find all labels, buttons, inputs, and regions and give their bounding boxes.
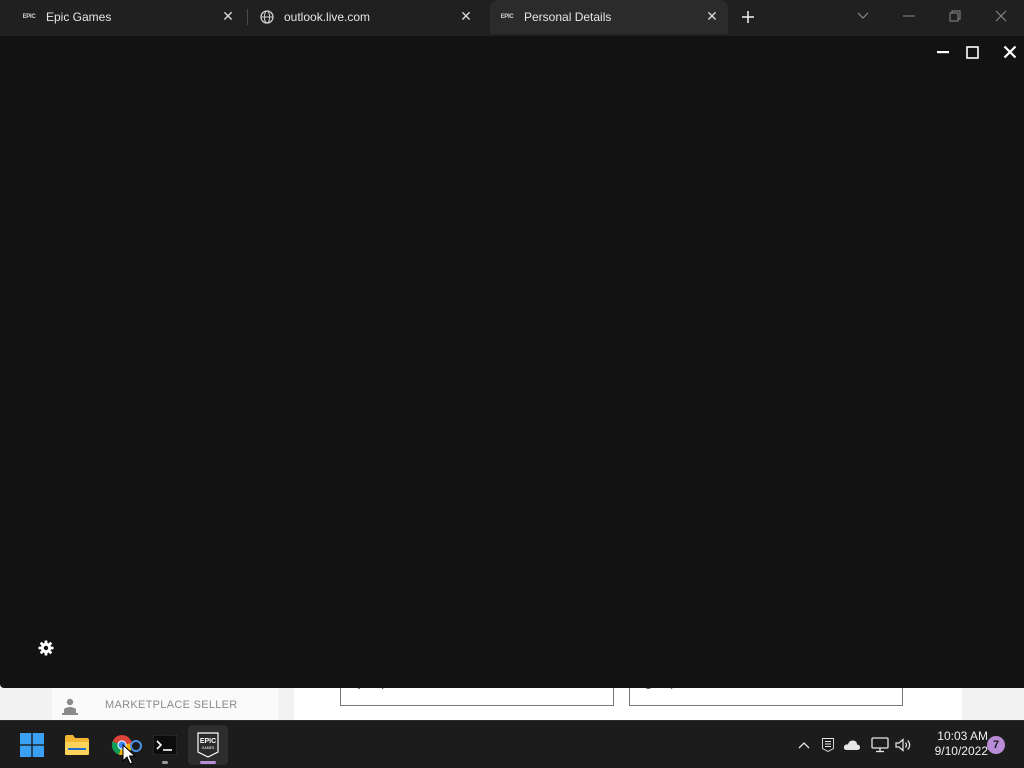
minimize-icon — [903, 15, 915, 17]
new-tab-button[interactable] — [736, 6, 760, 28]
personal-details-page: MARKETPLACE SELLER V I U I — [0, 688, 1024, 720]
terminal-button[interactable] — [145, 725, 185, 765]
form-field[interactable]: V I — [340, 688, 614, 706]
restore-button[interactable] — [939, 4, 971, 28]
seller-icon — [62, 698, 78, 715]
taskbar: EPIC GAMES 10:03 AM 9/10/2022 7 — [0, 720, 1024, 768]
tab-title: Epic Games — [46, 10, 112, 24]
epic-games-icon: EPIC GAMES — [197, 732, 219, 758]
globe-icon — [260, 10, 274, 24]
close-icon[interactable]: ✕ — [458, 8, 474, 24]
epic-launcher-window — [0, 36, 1024, 688]
epic-logo-subtext: GAMES — [202, 746, 215, 750]
minimize-button[interactable] — [893, 4, 925, 28]
chevron-down-icon — [857, 12, 869, 19]
volume-icon — [895, 738, 911, 752]
close-icon — [1003, 45, 1017, 59]
file-explorer-button[interactable] — [57, 725, 97, 765]
active-indicator — [200, 761, 216, 764]
epic-games-icon — [822, 738, 834, 752]
field-value: U — [644, 688, 653, 692]
field-value: I — [381, 688, 384, 692]
close-icon — [995, 10, 1007, 22]
form-field[interactable]: U I — [629, 688, 903, 706]
clock-date: 9/10/2022 — [934, 744, 988, 758]
epic-games-launcher-button[interactable]: EPIC GAMES — [188, 725, 228, 765]
plus-icon — [742, 11, 754, 23]
epic-games-icon: EPIC — [500, 14, 514, 20]
tab-divider — [247, 9, 248, 25]
settings-button[interactable] — [36, 638, 56, 658]
terminal-icon — [153, 735, 177, 755]
tray-onedrive[interactable] — [842, 735, 862, 755]
start-button[interactable] — [12, 725, 52, 765]
field-value: V — [355, 688, 363, 692]
tray-volume[interactable] — [894, 735, 914, 755]
close-icon[interactable]: ✕ — [220, 8, 236, 24]
mouse-cursor-icon — [122, 744, 136, 765]
tab-personal-details[interactable]: EPIC Personal Details ✕ — [490, 0, 728, 34]
close-icon[interactable]: ✕ — [704, 8, 720, 24]
tray-network[interactable] — [870, 735, 890, 755]
gear-icon — [38, 640, 54, 656]
chevron-up-icon — [798, 742, 810, 749]
maximize-icon — [965, 45, 979, 59]
tab-epic-games[interactable]: EPIC Epic Games ✕ — [12, 0, 244, 34]
launcher-maximize-button[interactable] — [961, 42, 983, 62]
tab-search-button[interactable] — [847, 4, 879, 28]
folder-icon — [65, 735, 89, 755]
show-hidden-icons-button[interactable] — [794, 735, 814, 755]
tab-title: outlook.live.com — [284, 10, 371, 24]
system-clock[interactable]: 10:03 AM 9/10/2022 — [922, 729, 988, 759]
minimize-icon — [937, 50, 949, 53]
windows-start-icon — [20, 733, 44, 757]
close-window-button[interactable] — [985, 4, 1017, 28]
restore-icon — [949, 10, 961, 22]
field-value: I — [670, 688, 673, 692]
running-indicator — [162, 761, 168, 764]
browser-tab-strip: EPIC Epic Games ✕ outlook.live.com ✕ EPI… — [0, 0, 1024, 36]
epic-logo-text: EPIC — [200, 738, 216, 745]
cloud-icon — [843, 740, 861, 750]
sidebar-item-marketplace-seller[interactable]: MARKETPLACE SELLER — [105, 699, 238, 711]
launcher-close-button[interactable] — [999, 42, 1021, 62]
notification-badge[interactable]: 7 — [987, 736, 1005, 754]
launcher-minimize-button[interactable] — [932, 42, 954, 62]
personal-details-form: V I U I — [294, 688, 962, 720]
tab-title: Personal Details — [524, 10, 612, 24]
tab-outlook[interactable]: outlook.live.com ✕ — [250, 0, 482, 34]
network-icon — [871, 737, 889, 753]
epic-games-icon: EPIC — [22, 14, 36, 20]
tray-epic-games[interactable] — [818, 735, 838, 755]
clock-time: 10:03 AM — [937, 729, 988, 743]
